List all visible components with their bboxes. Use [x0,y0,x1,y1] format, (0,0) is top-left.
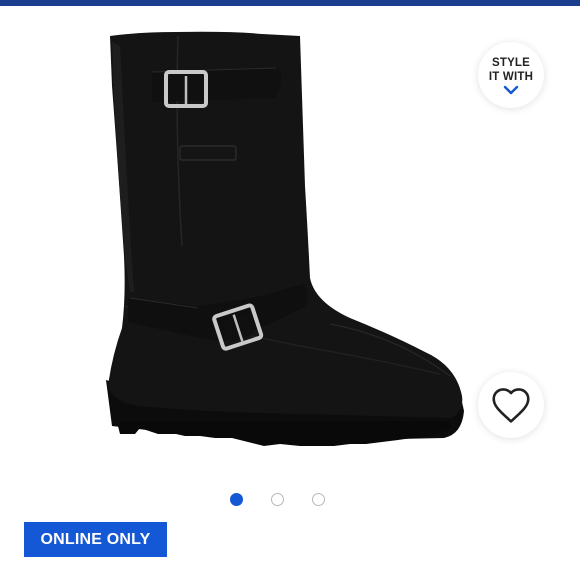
style-it-with-button[interactable]: STYLE IT WITH [478,42,544,108]
style-it-with-label: STYLE IT WITH [488,56,534,83]
carousel-dot-3[interactable] [312,493,325,506]
online-only-badge: ONLINE ONLY [24,522,167,557]
heart-outline-icon [492,388,530,423]
carousel-dots [230,493,325,506]
chevron-down-icon [503,85,519,94]
carousel-dot-1[interactable] [230,493,243,506]
carousel-dot-2[interactable] [271,493,284,506]
favorite-button[interactable] [478,372,544,438]
